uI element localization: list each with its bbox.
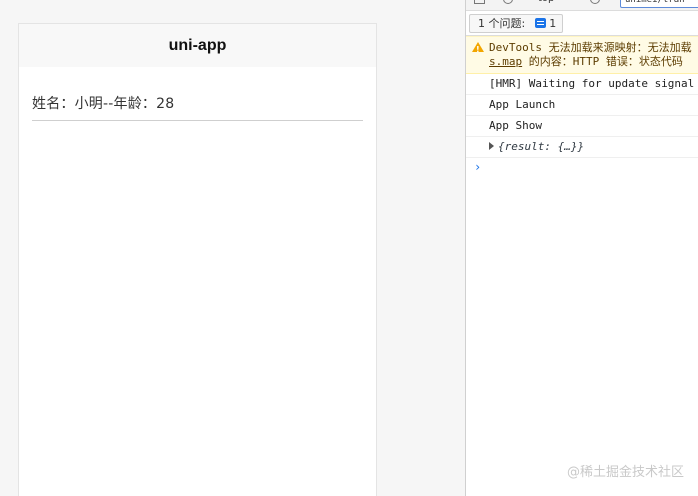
user-info-text: 姓名：小明--年龄：28 bbox=[32, 93, 363, 121]
console-log-line: App Launch bbox=[466, 95, 698, 116]
console-log-line: App Show bbox=[466, 116, 698, 137]
console-log-line: [HMR] Waiting for update signal bbox=[466, 74, 698, 95]
warning-line-2: s.map 的内容：HTTP 错误：状态代码 bbox=[489, 55, 698, 69]
issues-button[interactable]: 1 个问题: 1 bbox=[469, 13, 564, 33]
filter-input[interactable]: unimei/tran bbox=[620, 0, 698, 8]
issues-count: 1 bbox=[549, 16, 557, 30]
devtools-console: top unimei/tran 1 个问题: 1 DevTools 无法加载来源… bbox=[465, 0, 698, 496]
source-map-link[interactable]: s.map bbox=[489, 55, 522, 68]
prompt-chevron-icon: › bbox=[474, 160, 482, 174]
warning-line-2-text: 的内容：HTTP 错误：状态代码 bbox=[522, 55, 683, 68]
console-toolbar: top unimei/tran bbox=[466, 0, 698, 11]
warning-line-1: DevTools 无法加载来源映射：无法加载 bbox=[489, 41, 692, 54]
console-prompt[interactable]: › bbox=[466, 158, 698, 176]
clear-console-icon[interactable] bbox=[503, 0, 513, 4]
screenshot-root: uni-app 姓名：小明--年龄：28 top unimei/tran 1 个… bbox=[0, 0, 698, 496]
navigation-bar: uni-app bbox=[19, 24, 376, 67]
issues-label: 1 个问题: bbox=[478, 17, 526, 30]
eye-icon[interactable] bbox=[590, 0, 600, 4]
warning-icon bbox=[472, 42, 484, 57]
app-simulator: uni-app 姓名：小明--年龄：28 bbox=[18, 23, 377, 496]
sidebar-toggle-icon[interactable] bbox=[474, 0, 485, 4]
issues-bar: 1 个问题: 1 bbox=[466, 11, 698, 36]
console-warning: DevTools 无法加载来源映射：无法加载 s.map 的内容：HTTP 错误… bbox=[466, 36, 698, 74]
watermark: @稀土掘金技术社区 bbox=[566, 465, 684, 480]
page-content: 姓名：小明--年龄：28 bbox=[19, 93, 376, 121]
console-object-line[interactable]: {result: {…}} bbox=[466, 137, 698, 158]
nav-title: uni-app bbox=[168, 36, 227, 54]
message-flag-icon bbox=[535, 18, 547, 28]
expand-triangle-icon[interactable] bbox=[489, 142, 494, 150]
context-selector[interactable]: top bbox=[538, 0, 554, 4]
object-preview: {result: {…}} bbox=[498, 140, 585, 153]
